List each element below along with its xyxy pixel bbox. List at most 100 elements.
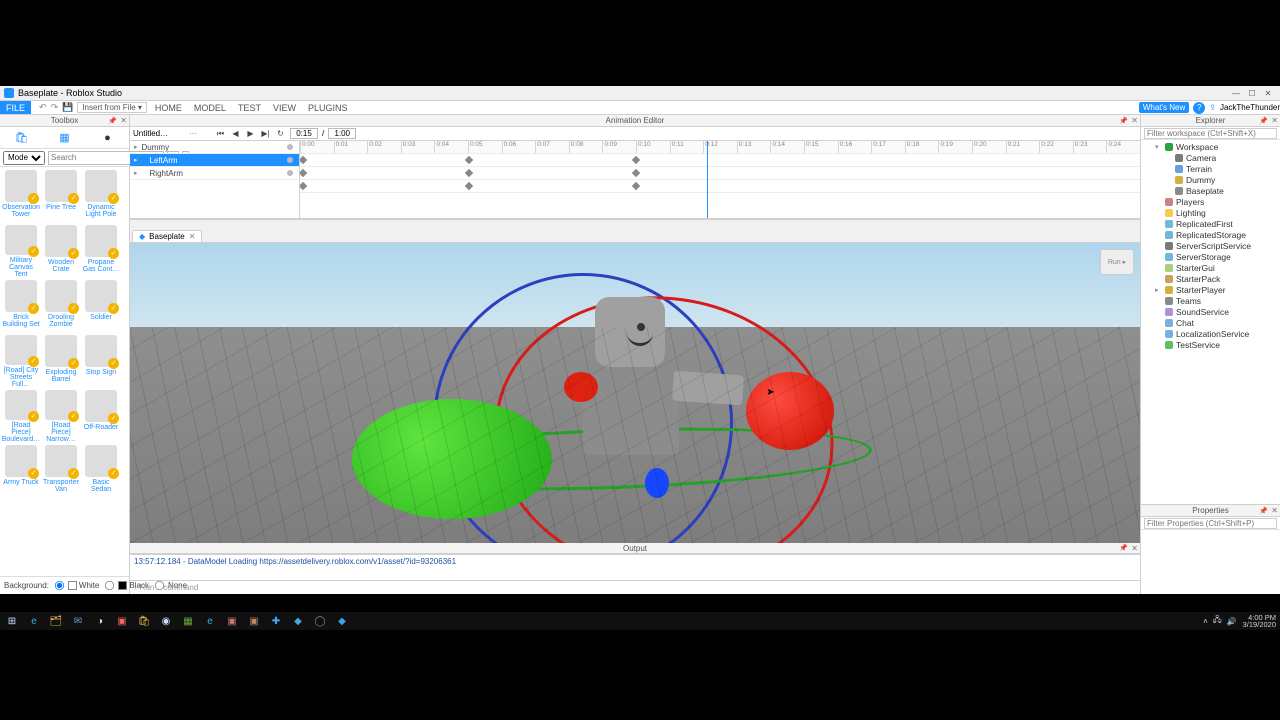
- asset-item[interactable]: Brick Building Set: [1, 279, 41, 334]
- time-total-input[interactable]: [328, 128, 356, 139]
- pin-icon[interactable]: 📌: [1119, 117, 1128, 125]
- timeline-scrollbar[interactable]: [130, 219, 1140, 229]
- explorer-node[interactable]: ▾Workspace: [1143, 141, 1278, 152]
- time-current-input[interactable]: [290, 128, 318, 139]
- asset-item[interactable]: Drooling Zombie: [41, 279, 81, 334]
- loop-button[interactable]: ↻: [275, 128, 286, 139]
- explorer-node[interactable]: ServerScriptService: [1143, 240, 1278, 251]
- keyframe[interactable]: [300, 156, 307, 164]
- asset-item[interactable]: Basic Sedan: [81, 444, 121, 499]
- help-button[interactable]: ?: [1193, 102, 1205, 114]
- track-row[interactable]: ▸LeftArm: [130, 154, 299, 167]
- volume-icon[interactable]: 🔊: [1227, 617, 1237, 626]
- ie-icon[interactable]: e: [202, 614, 218, 628]
- track-list[interactable]: ▸Dummy▸LeftArm▸RightArm: [130, 141, 300, 218]
- bg-option-white[interactable]: White: [53, 579, 99, 592]
- handle-z[interactable]: [352, 399, 552, 519]
- asset-item[interactable]: Army Truck: [1, 444, 41, 499]
- keyframe[interactable]: [631, 156, 639, 164]
- explorer-node[interactable]: ReplicatedFirst: [1143, 218, 1278, 229]
- username-label[interactable]: JackTheThunder: [1220, 103, 1280, 112]
- asset-item[interactable]: Military Canvas Tent: [1, 224, 41, 279]
- app-icon[interactable]: ✚: [268, 614, 284, 628]
- insert-from-file[interactable]: Insert from File ▾: [77, 102, 147, 113]
- inventory-icon[interactable]: ▦: [58, 131, 72, 145]
- explorer-node[interactable]: LocalizationService: [1143, 328, 1278, 339]
- clip-menu-icon[interactable]: ⋯: [189, 129, 197, 138]
- explorer-node[interactable]: TestService: [1143, 339, 1278, 350]
- rotate-ring-z[interactable]: [351, 420, 873, 498]
- explorer-node[interactable]: ▸StarterPlayer: [1143, 284, 1278, 295]
- explorer-node[interactable]: Teams: [1143, 295, 1278, 306]
- keyframe[interactable]: [465, 182, 473, 190]
- ribbon-tab[interactable]: TEST: [238, 103, 261, 113]
- explorer-tree[interactable]: ▾WorkspaceCameraTerrainDummyBaseplatePla…: [1141, 140, 1280, 504]
- asset-item[interactable]: Soldier: [81, 279, 121, 334]
- explorer-node[interactable]: Baseplate: [1143, 185, 1278, 196]
- share-icon[interactable]: ⇪: [1209, 103, 1216, 112]
- asset-item[interactable]: Observation Tower: [1, 169, 41, 224]
- asset-item[interactable]: Propane Gas Cont…: [81, 224, 121, 279]
- viewport-run-widget[interactable]: Run ▸: [1100, 249, 1134, 275]
- asset-item[interactable]: Pine Tree: [41, 169, 81, 224]
- mail-icon[interactable]: ✉: [70, 614, 86, 628]
- play-button[interactable]: ▶: [245, 128, 256, 139]
- explorer-node[interactable]: Chat: [1143, 317, 1278, 328]
- file-explorer-icon[interactable]: 🗂: [48, 614, 64, 628]
- keyframe[interactable]: [631, 169, 639, 177]
- handle-x-back[interactable]: [564, 372, 598, 402]
- chrome-icon[interactable]: ◉: [158, 614, 174, 628]
- asset-item[interactable]: [Road] City Streets Full…: [1, 334, 41, 389]
- viewport-3d[interactable]: ➤ Run ▸: [130, 243, 1140, 543]
- redo-button[interactable]: ↷: [51, 102, 59, 113]
- track-row[interactable]: ▸RightArm: [130, 167, 299, 180]
- properties-filter-input[interactable]: [1144, 518, 1277, 529]
- pin-icon[interactable]: 📌: [1259, 117, 1268, 125]
- toolbox-category-select[interactable]: Models: [3, 151, 45, 165]
- close-icon[interactable]: ✕: [1131, 544, 1138, 553]
- handle-x[interactable]: [746, 372, 834, 450]
- pin-icon[interactable]: 📌: [108, 117, 117, 125]
- start-button[interactable]: ⊞: [4, 614, 20, 628]
- tray-chevron-icon[interactable]: ˄: [1203, 617, 1208, 626]
- goto-start-button[interactable]: ⏮: [215, 128, 226, 139]
- app-icon[interactable]: ◆: [290, 614, 306, 628]
- ribbon-tab[interactable]: MODEL: [194, 103, 226, 113]
- close-icon[interactable]: ✕: [1271, 506, 1278, 515]
- explorer-node[interactable]: SoundService: [1143, 306, 1278, 317]
- keyframe[interactable]: [300, 182, 307, 190]
- handle-y[interactable]: [645, 468, 669, 498]
- asset-item[interactable]: Stop Sign: [81, 334, 121, 389]
- app-icon[interactable]: ▣: [246, 614, 262, 628]
- save-button[interactable]: 💾: [62, 102, 73, 113]
- store-icon[interactable]: 🛍: [136, 614, 152, 628]
- explorer-node[interactable]: Terrain: [1143, 163, 1278, 174]
- explorer-node[interactable]: Players: [1143, 196, 1278, 207]
- roblox-studio-icon[interactable]: ◆: [334, 614, 350, 628]
- asset-item[interactable]: Wooden Crate: [41, 224, 81, 279]
- whats-new-button[interactable]: What's New: [1139, 102, 1189, 113]
- next-key-button[interactable]: ▶|: [260, 128, 271, 139]
- explorer-node[interactable]: Camera: [1143, 152, 1278, 163]
- pin-icon[interactable]: 📌: [1119, 544, 1128, 552]
- explorer-filter-input[interactable]: [1144, 128, 1277, 139]
- keyframe[interactable]: [300, 169, 307, 177]
- keyframe[interactable]: [631, 182, 639, 190]
- asset-item[interactable]: [Road Piece] Narrow…: [41, 389, 81, 444]
- explorer-node[interactable]: ServerStorage: [1143, 251, 1278, 262]
- playhead[interactable]: [707, 141, 708, 218]
- asset-grid[interactable]: Observation TowerPine TreeDynamic Light …: [0, 167, 129, 576]
- keyframe[interactable]: [465, 169, 473, 177]
- prev-key-button[interactable]: ◀: [230, 128, 241, 139]
- document-tab[interactable]: ◆ Baseplate ✕: [132, 230, 202, 242]
- taskbar-clock[interactable]: 4:00 PM3/19/2020: [1243, 614, 1276, 629]
- network-icon[interactable]: 🖧: [1213, 614, 1222, 628]
- windows-taskbar[interactable]: ⊞ e 🗂 ✉ ◑ ▣ 🛍 ◉ ▦ e ▣ ▣ ✚ ◆ ◯ ◆ ˄ 🖧 🔊 4:…: [0, 612, 1280, 630]
- keyframe[interactable]: [465, 156, 473, 164]
- timeline[interactable]: 0:000:010:020:030:040:050:060:070:080:09…: [300, 141, 1140, 218]
- ribbon-tab[interactable]: VIEW: [273, 103, 296, 113]
- explorer-node[interactable]: Lighting: [1143, 207, 1278, 218]
- close-icon[interactable]: ✕: [189, 232, 196, 241]
- steam-icon[interactable]: ◑: [92, 614, 108, 628]
- obs-icon[interactable]: ◯: [312, 614, 328, 628]
